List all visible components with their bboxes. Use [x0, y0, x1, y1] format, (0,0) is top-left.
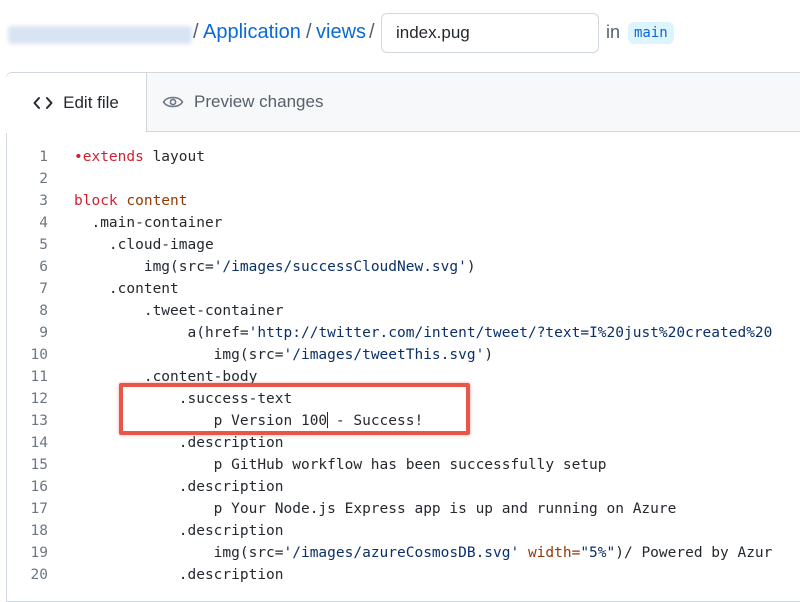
- line-number: 5: [39, 237, 48, 253]
- line-number: 12: [30, 391, 48, 407]
- line-number: 16: [30, 479, 48, 495]
- line-number: 7: [39, 281, 48, 297]
- code-text: p Your Node.js Express app is up and run…: [74, 501, 677, 517]
- tab-preview-changes[interactable]: Preview changes: [162, 73, 323, 131]
- line-number: 6: [39, 259, 48, 275]
- breadcrumb-separator: /: [306, 21, 312, 43]
- tab-edit-file-label: Edit file: [63, 92, 119, 112]
- line-number: 17: [30, 501, 48, 517]
- tab-edit-file[interactable]: Edit file: [6, 73, 147, 133]
- code-text: •extends layout: [74, 149, 205, 165]
- filename-input[interactable]: [381, 13, 599, 53]
- code-text: p GitHub workflow has been successfully …: [74, 457, 607, 473]
- line-number: 10: [30, 347, 48, 363]
- editor-tabbar: Edit file Preview changes: [6, 73, 800, 133]
- eye-icon: [162, 94, 184, 110]
- code-line: 4 .main-container: [0, 212, 800, 234]
- code-text: .cloud-image: [74, 237, 214, 253]
- code-line: 9 a(href='http://twitter.com/intent/twee…: [0, 322, 800, 344]
- branch-in-label: in: [606, 22, 621, 42]
- line-number: 18: [30, 523, 48, 539]
- code-line: 15 p GitHub workflow has been successful…: [0, 454, 800, 476]
- repository-owner-redacted[interactable]: [8, 26, 192, 44]
- breadcrumb-link-views[interactable]: views: [316, 21, 366, 44]
- code-text: a(href='http://twitter.com/intent/tweet/…: [74, 325, 773, 341]
- breadcrumb-separator: /: [193, 21, 199, 43]
- line-number: 8: [39, 303, 48, 319]
- code-text: .description: [74, 435, 284, 451]
- breadcrumb-separator: /: [369, 21, 375, 43]
- line-number: 1: [39, 149, 48, 165]
- annotation-highlight-box: [119, 383, 470, 435]
- line-number: 15: [30, 457, 48, 473]
- code-line: 10 img(src='/images/tweetThis.svg'): [0, 344, 800, 366]
- code-line: 6 img(src='/images/successCloudNew.svg'): [0, 256, 800, 278]
- code-line: 17 p Your Node.js Express app is up and …: [0, 498, 800, 520]
- line-number: 20: [30, 567, 48, 583]
- code-line: 18 .description: [0, 520, 800, 542]
- line-number: 11: [30, 369, 48, 385]
- code-line: 3 block content: [0, 190, 800, 212]
- code-text: .content: [74, 281, 179, 297]
- code-line: 16 .description: [0, 476, 800, 498]
- code-line: 5 .cloud-image: [0, 234, 800, 256]
- code-text: block content: [74, 193, 188, 209]
- code-line: 19 img(src='/images/azureCosmosDB.svg' w…: [0, 542, 800, 564]
- code-brackets-icon: [33, 95, 53, 111]
- code-line: 7 .content: [0, 278, 800, 300]
- line-number: 13: [30, 413, 48, 429]
- code-text: .description: [74, 523, 284, 539]
- code-line: 20 .description: [0, 564, 800, 586]
- code-line: 8 .tweet-container: [0, 300, 800, 322]
- line-number: 3: [39, 193, 48, 209]
- breadcrumb-link-application[interactable]: Application: [203, 21, 301, 44]
- code-text: .description: [74, 567, 284, 583]
- line-number: 2: [39, 171, 48, 187]
- code-line: 14 .description: [0, 432, 800, 454]
- code-text: img(src='/images/tweetThis.svg'): [74, 347, 494, 363]
- code-text: .main-container: [74, 215, 223, 231]
- code-line: 1 •extends layout: [0, 146, 800, 168]
- code-text: img(src='/images/azureCosmosDB.svg' widt…: [74, 545, 773, 561]
- line-number: 9: [39, 325, 48, 341]
- branch-badge[interactable]: main: [628, 22, 674, 44]
- line-number: 4: [39, 215, 48, 231]
- code-line: 2: [0, 168, 800, 190]
- line-number: 14: [30, 435, 48, 451]
- code-text: .tweet-container: [74, 303, 284, 319]
- line-number: 19: [30, 545, 48, 561]
- code-text: img(src='/images/successCloudNew.svg'): [74, 259, 476, 275]
- code-text: .description: [74, 479, 284, 495]
- breadcrumb: / Application / views / in main: [0, 0, 800, 68]
- tab-preview-changes-label: Preview changes: [194, 92, 324, 111]
